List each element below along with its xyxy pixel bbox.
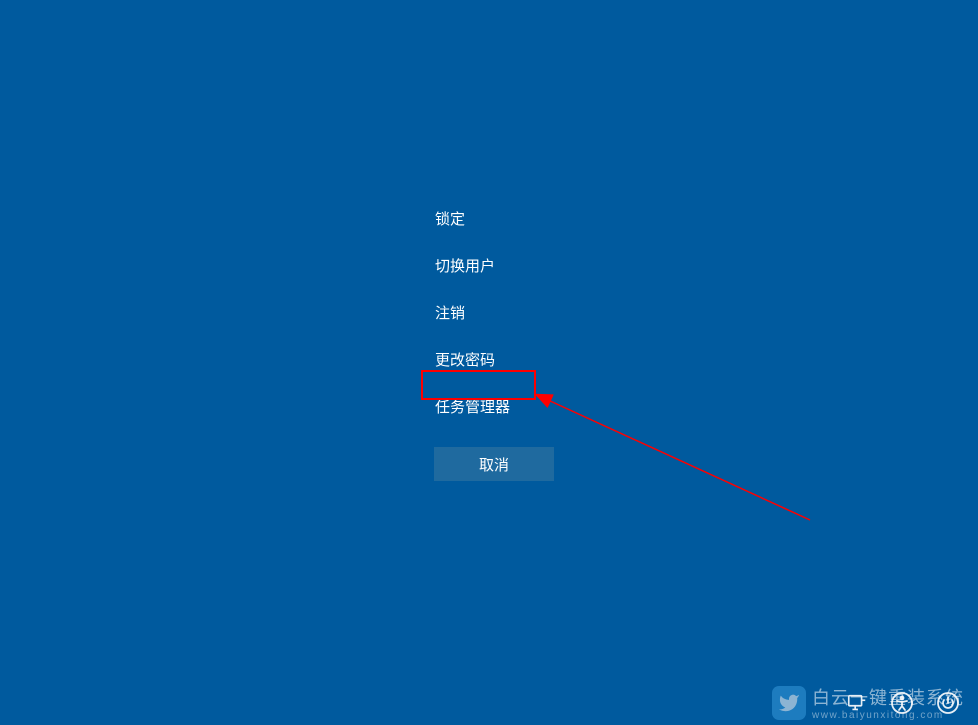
ease-of-access-icon[interactable] <box>890 691 914 715</box>
switch-user-option[interactable]: 切换用户 <box>435 242 510 289</box>
bottom-toolbar <box>846 691 960 715</box>
lock-option[interactable]: 锁定 <box>435 195 510 242</box>
watermark-logo-icon <box>772 686 806 720</box>
sign-out-option[interactable]: 注销 <box>435 289 510 336</box>
task-manager-option[interactable]: 任务管理器 <box>435 383 510 430</box>
cancel-button[interactable]: 取消 <box>434 447 554 481</box>
change-password-option[interactable]: 更改密码 <box>435 336 510 383</box>
network-icon[interactable] <box>846 692 868 714</box>
security-options-menu: 锁定 切换用户 注销 更改密码 任务管理器 <box>435 195 510 430</box>
power-icon[interactable] <box>936 691 960 715</box>
arrow-annotation <box>530 388 820 528</box>
